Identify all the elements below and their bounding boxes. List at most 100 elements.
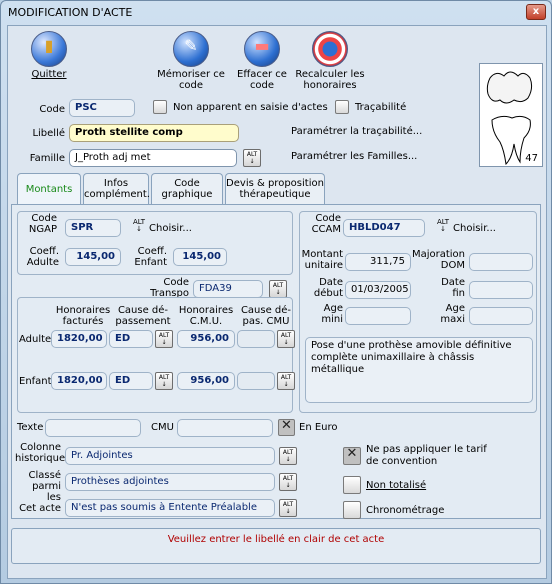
ne-pas-appliquer-checkbox[interactable]: ✕ — [343, 447, 361, 465]
majoration-field[interactable] — [469, 253, 533, 271]
date-fin-field[interactable] — [469, 281, 533, 299]
classe-alt-button[interactable]: ALT ↓ — [279, 473, 297, 491]
tab-montants-label: Montants — [25, 184, 73, 195]
enfant-cause-cmu-alt-button[interactable]: ALT ↓ — [277, 372, 295, 390]
save-disk-icon: ✎ — [173, 31, 209, 67]
tooth-icon — [486, 71, 533, 166]
cet-acte-field[interactable]: N'est pas soumis à Entente Préalable — [65, 499, 275, 517]
coeff-adulte-label: Coeff. Adulte — [26, 246, 59, 268]
chronometrage-checkbox[interactable] — [343, 501, 361, 519]
param-familles-link[interactable]: Paramétrer les Familles... — [291, 151, 417, 162]
en-euro-label: En Euro — [299, 422, 338, 433]
adulte-cause-cmu-alt-button[interactable]: ALT ↓ — [277, 330, 295, 348]
eraser-icon: ▬ — [244, 31, 280, 67]
enfant-label: Enfant — [19, 376, 52, 387]
date-debut-label: Date début — [313, 277, 343, 299]
tab-devis[interactable]: Devis & proposition thérapeutique — [225, 173, 325, 205]
classe-parmi-field[interactable]: Prothèses adjointes — [65, 473, 275, 491]
save-label-1: Mémoriser ce — [157, 69, 225, 80]
coeff-adulte-field[interactable]: 145,00 — [65, 248, 121, 266]
colonne-alt-button[interactable]: ALT ↓ — [279, 447, 297, 465]
libelle-label: Libellé — [32, 128, 65, 139]
montant-unitaire-field[interactable]: 311,75 — [345, 253, 411, 271]
cet-acte-alt-button[interactable]: ALT ↓ — [279, 499, 297, 517]
transpo-alt-button[interactable]: ALT ↓ — [269, 280, 287, 298]
enfant-cause-alt-button[interactable]: ALT ↓ — [155, 372, 173, 390]
famille-field[interactable]: J_Proth adj met — [69, 149, 237, 167]
adulte-cause-cmu-field[interactable] — [237, 330, 275, 348]
title-bar: MODIFICATION D'ACTE x — [1, 1, 551, 25]
en-euro-checkbox[interactable]: ✕ — [278, 419, 295, 436]
col-cmu-label: Honoraires C.M.U. — [178, 305, 234, 327]
lifebuoy-icon — [312, 31, 348, 67]
ccam-description: Pose d'une prothèse amovible définitive … — [305, 337, 533, 403]
non-totalise-checkbox[interactable] — [343, 476, 361, 494]
tab-code-graphique-label: Code graphique — [161, 178, 213, 200]
cmu-label: CMU — [151, 422, 174, 433]
colonne-historique-field[interactable]: Pr. Adjointes — [65, 447, 275, 465]
adulte-honoraires-field[interactable]: 1820,00 — [51, 330, 107, 348]
close-button[interactable]: x — [526, 4, 546, 20]
colonne-historique-label: Colonne historique — [15, 442, 66, 464]
tracabilite-checkbox[interactable] — [335, 100, 349, 114]
famille-alt-button[interactable]: ALT ↓ — [243, 149, 261, 167]
save-code-button[interactable]: ✎ Mémoriser ce code — [156, 31, 226, 91]
code-ccam-label: Code CCAM — [311, 213, 341, 235]
cet-acte-label: Cet acte — [19, 503, 61, 514]
code-field[interactable]: PSC — [69, 99, 135, 117]
date-debut-field[interactable]: 01/03/2005 — [345, 281, 411, 299]
chronometrage-label: Chronométrage — [366, 505, 445, 516]
tab-devis-label: Devis & proposition thérapeutique — [226, 178, 324, 200]
enfant-cause-cmu-field[interactable] — [237, 372, 275, 390]
delete-code-button[interactable]: ▬ Effacer ce code — [229, 31, 295, 91]
libelle-field[interactable]: Proth stellite comp — [69, 124, 239, 142]
non-totalise-label: Non totalisé — [366, 480, 427, 491]
tooth-image: 47 — [479, 63, 543, 167]
quit-label: Quitter — [31, 69, 67, 80]
code-label: Code — [39, 104, 65, 115]
enfant-cause-field[interactable]: ED — [109, 372, 153, 390]
date-fin-label: Date fin — [441, 277, 465, 299]
adulte-cause-alt-button[interactable]: ALT ↓ — [155, 330, 173, 348]
famille-label: Famille — [29, 153, 65, 164]
age-maxi-field[interactable] — [469, 307, 533, 325]
montant-unitaire-label: Montant unitaire — [301, 249, 343, 271]
tab-infos-label: Infos complément. — [84, 178, 150, 200]
door-icon: ▮ — [31, 31, 67, 67]
ngap-choisir-link[interactable]: Choisir... — [149, 223, 192, 234]
cmu-field[interactable] — [177, 419, 273, 437]
window: MODIFICATION D'ACTE x ▮ Quitter ✎ Mémori… — [0, 0, 552, 584]
adulte-cause-field[interactable]: ED — [109, 330, 153, 348]
majoration-label: Majoration DOM — [411, 249, 465, 271]
ngap-alt-icon[interactable]: ALT ↓ — [133, 219, 145, 233]
code-ngap-field[interactable]: SPR — [65, 219, 121, 237]
tracabilite-label: Traçabilité — [355, 102, 407, 113]
tab-infos[interactable]: Infos complément. — [83, 173, 150, 205]
quit-button[interactable]: ▮ Quitter — [29, 31, 69, 80]
non-apparent-checkbox[interactable] — [153, 100, 167, 114]
classe-parmi-label: Classé parmi les — [28, 470, 61, 503]
tooth-number: 47 — [525, 153, 538, 164]
save-label-2: code — [178, 80, 204, 91]
window-title: MODIFICATION D'ACTE — [8, 6, 133, 19]
status-message: Veuillez entrer le libellé en clair de c… — [11, 528, 541, 564]
recalc-button[interactable]: Recalculer les honoraires — [291, 31, 369, 91]
non-apparent-label: Non apparent en saisie d'actes — [173, 102, 328, 113]
adulte-cmu-field[interactable]: 956,00 — [177, 330, 235, 348]
coeff-enfant-field[interactable]: 145,00 — [173, 248, 227, 266]
transpo-field[interactable]: FDA39 — [193, 280, 263, 298]
coeff-enfant-label: Coeff. Enfant — [134, 246, 167, 268]
texte-field[interactable] — [45, 419, 141, 437]
recalc-label-2: honoraires — [303, 80, 357, 91]
enfant-cmu-field[interactable]: 956,00 — [177, 372, 235, 390]
param-tracabilite-link[interactable]: Paramétrer la traçabilité... — [291, 126, 422, 137]
tab-montants[interactable]: Montants — [17, 173, 81, 206]
ccam-alt-icon[interactable]: ALT ↓ — [437, 219, 449, 233]
age-mini-field[interactable] — [345, 307, 411, 325]
ccam-choisir-link[interactable]: Choisir... — [453, 223, 496, 234]
tab-code-graphique[interactable]: Code graphique — [151, 173, 223, 205]
status-text: Veuillez entrer le libellé en clair de c… — [167, 534, 385, 545]
enfant-honoraires-field[interactable]: 1820,00 — [51, 372, 107, 390]
age-mini-label: Age mini — [321, 303, 343, 325]
code-ccam-field[interactable]: HBLD047 — [343, 219, 425, 237]
